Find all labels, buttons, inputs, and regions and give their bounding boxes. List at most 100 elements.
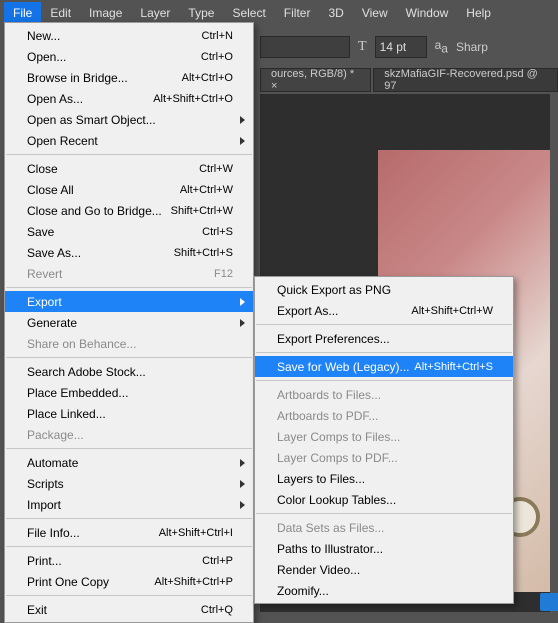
file-item-share-on-behance: Share on Behance... xyxy=(5,333,253,354)
document-tab-bar: ources, RGB/8) * × skzMafiaGIF-Recovered… xyxy=(260,66,558,94)
menu-item-label: Print One Copy xyxy=(27,575,154,589)
export-item-quick-export-as-png[interactable]: Quick Export as PNG xyxy=(255,279,513,300)
menu-item-shortcut: F12 xyxy=(214,268,233,280)
file-item-print-one-copy[interactable]: Print One CopyAlt+Shift+Ctrl+P xyxy=(5,571,253,592)
export-item-layers-to-files[interactable]: Layers to Files... xyxy=(255,468,513,489)
export-item-zoomify[interactable]: Zoomify... xyxy=(255,580,513,601)
menu-item-label: Close All xyxy=(27,183,180,197)
export-submenu: Quick Export as PNG Export As...Alt+Shift… xyxy=(254,276,514,604)
menu-item-label: Share on Behance... xyxy=(27,337,233,351)
menu-item-label: Save for Web (Legacy)... xyxy=(277,360,414,374)
menu-item-label: Paths to Illustrator... xyxy=(277,542,493,556)
menu-item-label: Color Lookup Tables... xyxy=(277,493,493,507)
menu-item-shortcut: Shift+Ctrl+S xyxy=(174,247,233,259)
menu-edit[interactable]: Edit xyxy=(41,2,80,24)
file-item-browse-in-bridge[interactable]: Browse in Bridge...Alt+Ctrl+O xyxy=(5,67,253,88)
export-item-color-lookup-tables[interactable]: Color Lookup Tables... xyxy=(255,489,513,510)
menu-item-label: File Info... xyxy=(27,526,159,540)
menu-item-shortcut: Alt+Ctrl+O xyxy=(182,72,233,84)
file-menu: New...Ctrl+NOpen...Ctrl+OBrowse in Bridg… xyxy=(4,22,254,623)
menu-item-label: Close xyxy=(27,162,199,176)
file-separator xyxy=(6,448,252,449)
antialias-icon: aa xyxy=(435,38,448,55)
menu-item-label: Artboards to Files... xyxy=(277,388,493,402)
export-item-export-as[interactable]: Export As...Alt+Shift+Ctrl+W xyxy=(255,300,513,321)
timeline-clip[interactable]: 02:00f xyxy=(540,593,558,611)
export-item-layer-comps-to-pdf: Layer Comps to PDF... xyxy=(255,447,513,468)
menu-item-label: Generate xyxy=(27,316,233,330)
menu-item-shortcut: Shift+Ctrl+W xyxy=(171,205,233,217)
document-tab[interactable]: ources, RGB/8) * × xyxy=(260,68,371,92)
file-item-save-as[interactable]: Save As...Shift+Ctrl+S xyxy=(5,242,253,263)
file-item-open-as-smart-object[interactable]: Open as Smart Object... xyxy=(5,109,253,130)
file-item-import[interactable]: Import xyxy=(5,494,253,515)
file-item-automate[interactable]: Automate xyxy=(5,452,253,473)
menu-item-shortcut: Ctrl+N xyxy=(202,30,233,42)
file-item-save[interactable]: SaveCtrl+S xyxy=(5,221,253,242)
menu-item-label: Print... xyxy=(27,554,202,568)
menu-view[interactable]: View xyxy=(353,2,397,24)
file-item-close[interactable]: CloseCtrl+W xyxy=(5,158,253,179)
font-size-field[interactable]: 14 pt xyxy=(375,36,427,58)
menu-file[interactable]: File xyxy=(4,2,41,24)
file-separator xyxy=(6,595,252,596)
menu-3d[interactable]: 3D xyxy=(319,2,352,24)
file-item-new[interactable]: New...Ctrl+N xyxy=(5,25,253,46)
menu-item-label: Search Adobe Stock... xyxy=(27,365,233,379)
menu-item-label: Save xyxy=(27,225,202,239)
menu-item-shortcut: Alt+Shift+Ctrl+O xyxy=(153,93,233,105)
menu-item-label: Browse in Bridge... xyxy=(27,71,182,85)
file-item-revert: RevertF12 xyxy=(5,263,253,284)
file-item-search-adobe-stock[interactable]: Search Adobe Stock... xyxy=(5,361,253,382)
export-item-artboards-to-pdf: Artboards to PDF... xyxy=(255,405,513,426)
file-item-close-and-go-to-bridge[interactable]: Close and Go to Bridge...Shift+Ctrl+W xyxy=(5,200,253,221)
export-item-layer-comps-to-files: Layer Comps to Files... xyxy=(255,426,513,447)
file-item-place-linked[interactable]: Place Linked... xyxy=(5,403,253,424)
file-item-place-embedded[interactable]: Place Embedded... xyxy=(5,382,253,403)
file-item-package: Package... xyxy=(5,424,253,445)
menu-window[interactable]: Window xyxy=(397,2,458,24)
file-item-scripts[interactable]: Scripts xyxy=(5,473,253,494)
file-item-close-all[interactable]: Close AllAlt+Ctrl+W xyxy=(5,179,253,200)
menu-item-shortcut: Ctrl+O xyxy=(201,51,233,63)
export-item-data-sets-as-files: Data Sets as Files... xyxy=(255,517,513,538)
menu-layer[interactable]: Layer xyxy=(131,2,179,24)
menu-filter[interactable]: Filter xyxy=(275,2,320,24)
menu-item-label: Data Sets as Files... xyxy=(277,521,493,535)
document-tab[interactable]: skzMafiaGIF-Recovered.psd @ 97 xyxy=(373,68,558,92)
file-item-export[interactable]: Export xyxy=(5,291,253,312)
file-item-open-recent[interactable]: Open Recent xyxy=(5,130,253,151)
export-item-render-video[interactable]: Render Video... xyxy=(255,559,513,580)
menu-item-label: Quick Export as PNG xyxy=(277,283,493,297)
menu-item-label: Layer Comps to Files... xyxy=(277,430,493,444)
menu-type[interactable]: Type xyxy=(179,2,223,24)
menu-image[interactable]: Image xyxy=(80,2,131,24)
menu-item-label: Scripts xyxy=(27,477,233,491)
export-separator xyxy=(256,324,512,325)
menu-item-label: Save As... xyxy=(27,246,174,260)
file-item-open-as[interactable]: Open As...Alt+Shift+Ctrl+O xyxy=(5,88,253,109)
file-item-print[interactable]: Print...Ctrl+P xyxy=(5,550,253,571)
file-item-exit[interactable]: ExitCtrl+Q xyxy=(5,599,253,620)
menu-item-shortcut: Alt+Ctrl+W xyxy=(180,184,233,196)
file-separator xyxy=(6,287,252,288)
menu-item-label: Open... xyxy=(27,50,201,64)
dropdown[interactable] xyxy=(260,36,350,58)
menu-item-label: Import xyxy=(27,498,233,512)
menu-item-shortcut: Ctrl+Q xyxy=(201,604,233,616)
export-item-paths-to-illustrator[interactable]: Paths to Illustrator... xyxy=(255,538,513,559)
file-item-generate[interactable]: Generate xyxy=(5,312,253,333)
options-bar: T 14 pt aa Sharp xyxy=(260,32,558,62)
menu-item-shortcut: Alt+Shift+Ctrl+W xyxy=(411,305,493,317)
export-separator xyxy=(256,380,512,381)
export-separator xyxy=(256,352,512,353)
antialias-value[interactable]: Sharp xyxy=(456,40,488,54)
menu-help[interactable]: Help xyxy=(457,2,500,24)
file-item-file-info[interactable]: File Info...Alt+Shift+Ctrl+I xyxy=(5,522,253,543)
export-item-save-for-web-legacy[interactable]: Save for Web (Legacy)...Alt+Shift+Ctrl+S xyxy=(255,356,513,377)
menu-select[interactable]: Select xyxy=(223,2,274,24)
menu-item-label: Revert xyxy=(27,267,214,281)
menu-item-label: Layers to Files... xyxy=(277,472,493,486)
export-item-export-preferences[interactable]: Export Preferences... xyxy=(255,328,513,349)
file-item-open[interactable]: Open...Ctrl+O xyxy=(5,46,253,67)
